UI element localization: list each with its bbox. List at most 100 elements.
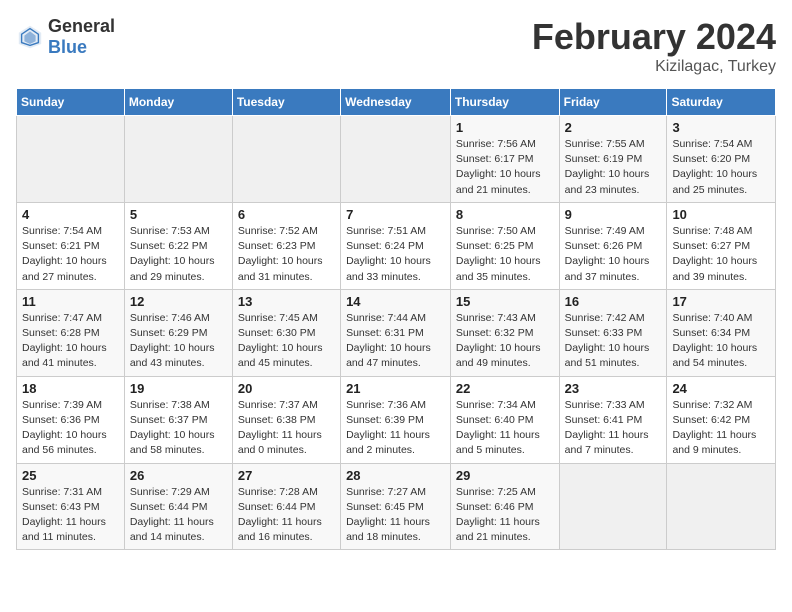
page-header: General Blue February 2024 Kizilagac, Tu…	[16, 16, 776, 76]
calendar-cell: 18Sunrise: 7:39 AMSunset: 6:36 PMDayligh…	[17, 376, 125, 463]
day-number: 16	[565, 294, 662, 309]
day-info: Sunrise: 7:33 AMSunset: 6:41 PMDaylight:…	[565, 398, 662, 459]
day-info: Sunrise: 7:54 AMSunset: 6:21 PMDaylight:…	[22, 224, 119, 285]
calendar-cell	[17, 116, 125, 203]
day-number: 6	[238, 207, 335, 222]
day-info: Sunrise: 7:29 AMSunset: 6:44 PMDaylight:…	[130, 485, 227, 546]
calendar-cell: 27 Sunrise: 7:28 AMSunset: 6:44 PMDayligh…	[232, 463, 340, 550]
calendar-cell	[559, 463, 667, 550]
calendar-week-row: 18Sunrise: 7:39 AMSunset: 6:36 PMDayligh…	[17, 376, 776, 463]
day-info: Sunrise: 7:46 AMSunset: 6:29 PMDaylight:…	[130, 311, 227, 372]
calendar-cell: 2 Sunrise: 7:55 AMSunset: 6:19 PMDaylight…	[559, 116, 667, 203]
day-info: Sunrise: 7:54 AMSunset: 6:20 PMDaylight:…	[672, 137, 770, 198]
day-header-wednesday: Wednesday	[341, 89, 451, 116]
calendar-cell: 25Sunrise: 7:31 AMSunset: 6:43 PMDayligh…	[17, 463, 125, 550]
day-number: 29	[456, 468, 554, 483]
calendar-week-row: 1Sunrise: 7:56 AMSunset: 6:17 PMDaylight…	[17, 116, 776, 203]
calendar-cell: 26 Sunrise: 7:29 AMSunset: 6:44 PMDayligh…	[124, 463, 232, 550]
day-info: Sunrise: 7:43 AMSunset: 6:32 PMDaylight:…	[456, 311, 554, 372]
day-header-thursday: Thursday	[450, 89, 559, 116]
calendar-table: SundayMondayTuesdayWednesdayThursdayFrid…	[16, 88, 776, 550]
day-info: Sunrise: 7:42 AMSunset: 6:33 PMDaylight:…	[565, 311, 662, 372]
calendar-cell: 23 Sunrise: 7:33 AMSunset: 6:41 PMDayligh…	[559, 376, 667, 463]
calendar-cell: 6 Sunrise: 7:52 AMSunset: 6:23 PMDaylight…	[232, 202, 340, 289]
day-info: Sunrise: 7:44 AMSunset: 6:31 PMDaylight:…	[346, 311, 445, 372]
calendar-cell: 13 Sunrise: 7:45 AMSunset: 6:30 PMDayligh…	[232, 289, 340, 376]
day-info: Sunrise: 7:38 AMSunset: 6:37 PMDaylight:…	[130, 398, 227, 459]
day-number: 25	[22, 468, 119, 483]
calendar-cell: 5Sunrise: 7:53 AMSunset: 6:22 PMDaylight…	[124, 202, 232, 289]
calendar-cell: 19 Sunrise: 7:38 AMSunset: 6:37 PMDayligh…	[124, 376, 232, 463]
day-info: Sunrise: 7:53 AMSunset: 6:22 PMDaylight:…	[130, 224, 227, 285]
calendar-cell: 24Sunrise: 7:32 AMSunset: 6:42 PMDayligh…	[667, 376, 776, 463]
calendar-cell: 8 Sunrise: 7:50 AMSunset: 6:25 PMDaylight…	[450, 202, 559, 289]
day-info: Sunrise: 7:52 AMSunset: 6:23 PMDaylight:…	[238, 224, 335, 285]
day-number: 18	[22, 381, 119, 396]
month-year-title: February 2024	[532, 16, 776, 58]
day-header-saturday: Saturday	[667, 89, 776, 116]
day-info: Sunrise: 7:51 AMSunset: 6:24 PMDaylight:…	[346, 224, 445, 285]
day-info: Sunrise: 7:28 AMSunset: 6:44 PMDaylight:…	[238, 485, 335, 546]
day-number: 21	[346, 381, 445, 396]
day-number: 19	[130, 381, 227, 396]
calendar-cell: 12 Sunrise: 7:46 AMSunset: 6:29 PMDayligh…	[124, 289, 232, 376]
day-number: 10	[672, 207, 770, 222]
day-number: 7	[346, 207, 445, 222]
day-info: Sunrise: 7:47 AMSunset: 6:28 PMDaylight:…	[22, 311, 119, 372]
day-number: 17	[672, 294, 770, 309]
logo-icon	[16, 23, 44, 51]
calendar-week-row: 4 Sunrise: 7:54 AMSunset: 6:21 PMDaylight…	[17, 202, 776, 289]
calendar-cell: 7 Sunrise: 7:51 AMSunset: 6:24 PMDaylight…	[341, 202, 451, 289]
day-info: Sunrise: 7:27 AMSunset: 6:45 PMDaylight:…	[346, 485, 445, 546]
calendar-cell: 1Sunrise: 7:56 AMSunset: 6:17 PMDaylight…	[450, 116, 559, 203]
day-header-monday: Monday	[124, 89, 232, 116]
day-info: Sunrise: 7:55 AMSunset: 6:19 PMDaylight:…	[565, 137, 662, 198]
day-info: Sunrise: 7:34 AMSunset: 6:40 PMDaylight:…	[456, 398, 554, 459]
day-number: 3	[672, 120, 770, 135]
calendar-cell: 4 Sunrise: 7:54 AMSunset: 6:21 PMDaylight…	[17, 202, 125, 289]
calendar-cell: 3 Sunrise: 7:54 AMSunset: 6:20 PMDaylight…	[667, 116, 776, 203]
calendar-cell: 17 Sunrise: 7:40 AMSunset: 6:34 PMDayligh…	[667, 289, 776, 376]
calendar-cell	[124, 116, 232, 203]
day-header-sunday: Sunday	[17, 89, 125, 116]
calendar-cell	[341, 116, 451, 203]
calendar-cell: 21 Sunrise: 7:36 AMSunset: 6:39 PMDayligh…	[341, 376, 451, 463]
location-subtitle: Kizilagac, Turkey	[532, 58, 776, 76]
calendar-cell: 16 Sunrise: 7:42 AMSunset: 6:33 PMDayligh…	[559, 289, 667, 376]
day-number: 4	[22, 207, 119, 222]
day-number: 22	[456, 381, 554, 396]
day-number: 2	[565, 120, 662, 135]
day-number: 12	[130, 294, 227, 309]
day-number: 26	[130, 468, 227, 483]
day-number: 8	[456, 207, 554, 222]
logo: General Blue	[16, 16, 115, 58]
day-info: Sunrise: 7:37 AMSunset: 6:38 PMDaylight:…	[238, 398, 335, 459]
calendar-cell: 14Sunrise: 7:44 AMSunset: 6:31 PMDayligh…	[341, 289, 451, 376]
calendar-week-row: 25Sunrise: 7:31 AMSunset: 6:43 PMDayligh…	[17, 463, 776, 550]
logo-general: General	[48, 16, 115, 36]
day-number: 27	[238, 468, 335, 483]
calendar-cell: 10 Sunrise: 7:48 AMSunset: 6:27 PMDayligh…	[667, 202, 776, 289]
calendar-cell: 22 Sunrise: 7:34 AMSunset: 6:40 PMDayligh…	[450, 376, 559, 463]
day-info: Sunrise: 7:40 AMSunset: 6:34 PMDaylight:…	[672, 311, 770, 372]
day-number: 23	[565, 381, 662, 396]
day-number: 28	[346, 468, 445, 483]
day-header-friday: Friday	[559, 89, 667, 116]
day-number: 24	[672, 381, 770, 396]
day-info: Sunrise: 7:48 AMSunset: 6:27 PMDaylight:…	[672, 224, 770, 285]
calendar-cell: 20 Sunrise: 7:37 AMSunset: 6:38 PMDayligh…	[232, 376, 340, 463]
calendar-cell: 29 Sunrise: 7:25 AMSunset: 6:46 PMDayligh…	[450, 463, 559, 550]
day-info: Sunrise: 7:49 AMSunset: 6:26 PMDaylight:…	[565, 224, 662, 285]
day-number: 13	[238, 294, 335, 309]
calendar-cell: 28 Sunrise: 7:27 AMSunset: 6:45 PMDayligh…	[341, 463, 451, 550]
logo-text: General Blue	[48, 16, 115, 58]
day-info: Sunrise: 7:25 AMSunset: 6:46 PMDaylight:…	[456, 485, 554, 546]
day-info: Sunrise: 7:45 AMSunset: 6:30 PMDaylight:…	[238, 311, 335, 372]
day-number: 11	[22, 294, 119, 309]
day-info: Sunrise: 7:56 AMSunset: 6:17 PMDaylight:…	[456, 137, 554, 198]
calendar-cell: 15Sunrise: 7:43 AMSunset: 6:32 PMDayligh…	[450, 289, 559, 376]
day-info: Sunrise: 7:36 AMSunset: 6:39 PMDaylight:…	[346, 398, 445, 459]
day-number: 20	[238, 381, 335, 396]
day-info: Sunrise: 7:50 AMSunset: 6:25 PMDaylight:…	[456, 224, 554, 285]
calendar-header-row: SundayMondayTuesdayWednesdayThursdayFrid…	[17, 89, 776, 116]
